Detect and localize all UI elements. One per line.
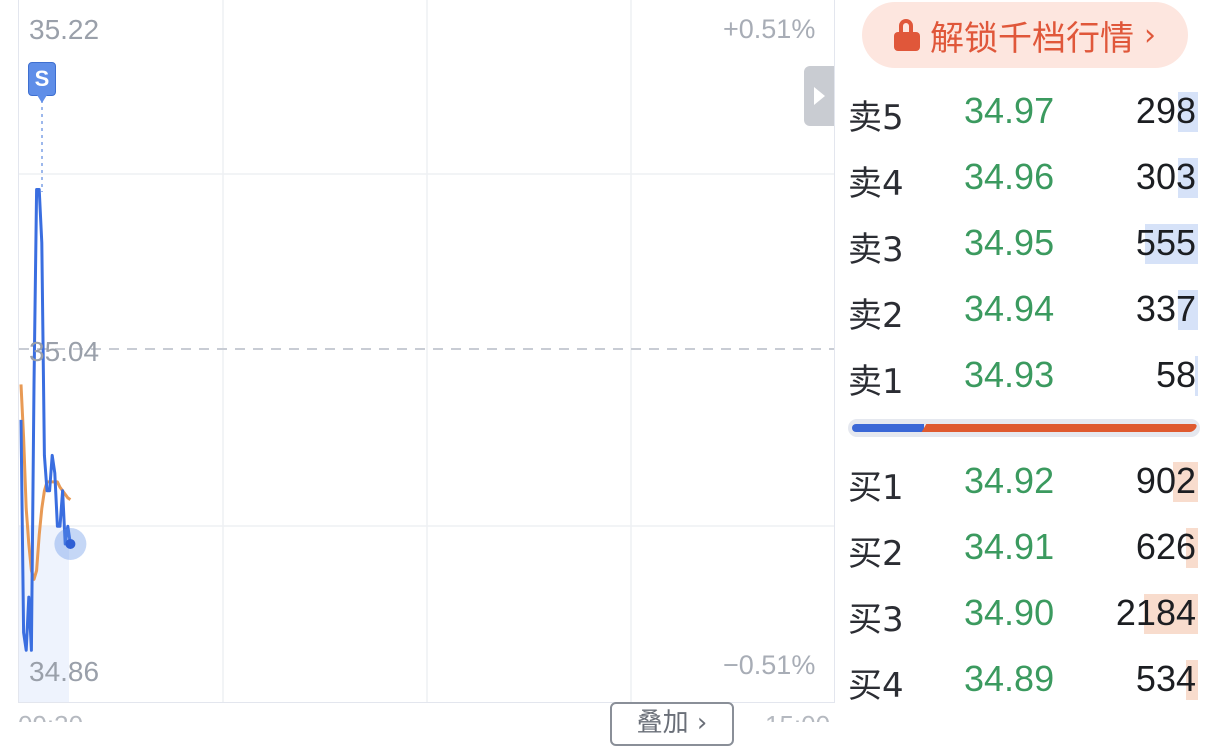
- overlay-button[interactable]: 叠加 ›: [610, 702, 734, 746]
- buy-price: 34.90: [964, 592, 1055, 633]
- pct-high-label: +0.51%: [723, 14, 816, 44]
- unlock-label: 解锁千档行情: [930, 18, 1134, 59]
- sell-price: 34.96: [964, 156, 1055, 197]
- buy-price: 34.92: [964, 460, 1055, 501]
- buy-volume: 626: [1135, 526, 1196, 567]
- sell-label: 卖1: [848, 362, 904, 402]
- sell-price: 34.93: [964, 354, 1055, 395]
- buy-row[interactable]: 买2 34.91 626: [846, 518, 1202, 578]
- sell-signal-marker[interactable]: S: [28, 62, 56, 103]
- sell-row[interactable]: 卖2 34.94 337: [846, 280, 1202, 340]
- lock-icon: [894, 19, 922, 51]
- buy-price: 34.91: [964, 526, 1055, 567]
- expand-panel-button[interactable]: [804, 66, 834, 126]
- price-mid-label: 35.04: [29, 336, 100, 367]
- sell-label: 卖4: [848, 164, 904, 204]
- price-low-label: 34.86: [29, 656, 100, 687]
- sell-row[interactable]: 卖1 34.93 58: [846, 346, 1202, 406]
- ratio-bar-blue: [852, 424, 924, 432]
- current-price-dot: [65, 538, 76, 549]
- sell-volume: 555: [1135, 222, 1196, 263]
- sell-label: 卖3: [848, 230, 904, 270]
- sell-row[interactable]: 卖4 34.96 303: [846, 148, 1202, 208]
- buy-volume: 902: [1135, 460, 1196, 501]
- sell-volume: 303: [1135, 156, 1196, 197]
- buy-row[interactable]: 买4 34.89 534: [846, 650, 1202, 710]
- sell-price: 34.94: [964, 288, 1055, 329]
- buy-label: 买1: [848, 468, 904, 508]
- sell-label: 卖5: [848, 98, 904, 138]
- buy-price: 34.89: [964, 658, 1055, 699]
- price-high-label: 35.22: [29, 14, 100, 45]
- pct-low-label: −0.51%: [723, 650, 816, 680]
- sell-volume: 298: [1135, 90, 1196, 131]
- buy-volume: 2184: [1115, 592, 1196, 633]
- sell-volume: 58: [1155, 354, 1196, 395]
- sell-label: 卖2: [848, 296, 904, 336]
- buy-volume: 534: [1135, 658, 1196, 699]
- sell-price: 34.97: [964, 90, 1055, 131]
- sell-row[interactable]: 卖5 34.97 298: [846, 82, 1202, 142]
- sell-price: 34.95: [964, 222, 1055, 263]
- time-start-label: 09:30: [18, 710, 83, 722]
- play-arrow-icon: [814, 87, 825, 105]
- intraday-chart[interactable]: 35.22 35.04 34.86 +0.51% −0.51%: [18, 0, 835, 703]
- overlay-label: 叠加: [636, 708, 689, 738]
- buy-row[interactable]: 买1 34.92 902: [846, 452, 1202, 512]
- sell-volume: 337: [1135, 288, 1196, 329]
- buy-label: 买4: [848, 666, 904, 706]
- buy-sell-ratio-bar: [848, 419, 1200, 437]
- buy-label: 买3: [848, 600, 904, 640]
- ratio-bar-orange: [921, 424, 1199, 432]
- buy-label: 买2: [848, 534, 904, 574]
- time-end-label: 15:00: [765, 710, 830, 722]
- chart-canvas: [19, 0, 834, 702]
- sell-row[interactable]: 卖3 34.95 555: [846, 214, 1202, 274]
- buy-row[interactable]: 买3 34.90 2184: [846, 584, 1202, 644]
- chevron-right-icon: ›: [1144, 17, 1156, 53]
- unlock-depth-button[interactable]: 解锁千档行情 ›: [862, 2, 1188, 68]
